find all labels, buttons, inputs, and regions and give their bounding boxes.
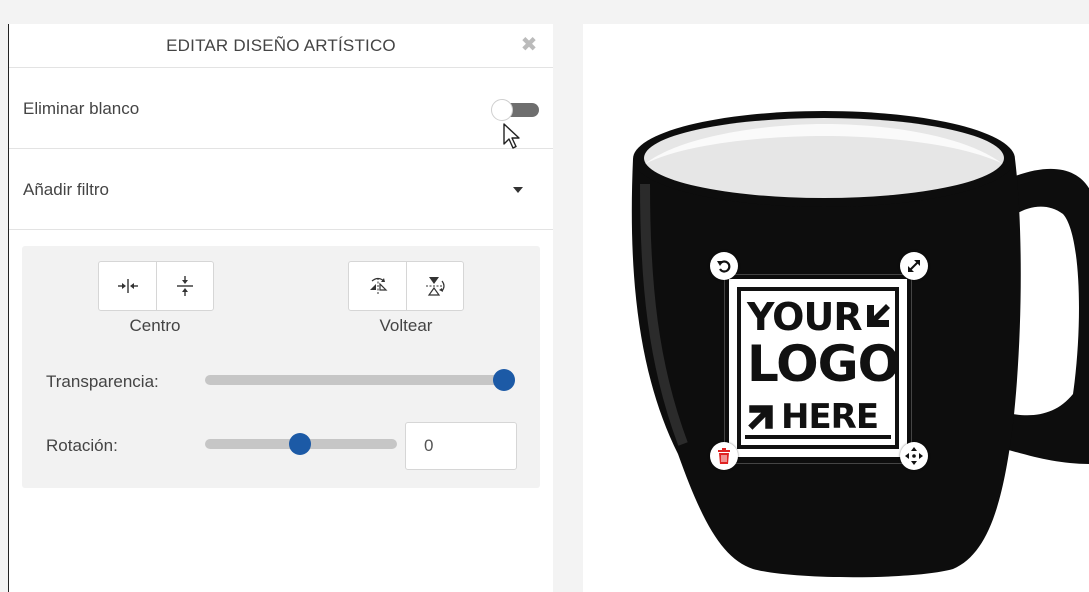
add-filter-label: Añadir filtro: [23, 180, 109, 199]
transform-tools: Centro Voltear Transparencia: Rotación: …: [22, 246, 540, 488]
transparency-slider-thumb[interactable]: [493, 369, 515, 391]
flip-vertical-button[interactable]: [406, 262, 463, 310]
arrow-up-right-icon: [748, 405, 773, 430]
panel-header: EDITAR DISEÑO ARTÍSTICO ✖: [9, 24, 553, 68]
center-horizontal-button[interactable]: [99, 262, 156, 310]
chevron-down-icon[interactable]: [513, 187, 523, 193]
center-button-group: [98, 261, 214, 311]
rotate-icon: [717, 260, 731, 273]
logo-border: YOUR LOGO HERE: [737, 287, 900, 449]
mouse-cursor-icon: [503, 123, 520, 149]
transparency-slider[interactable]: [205, 375, 505, 385]
logo-artwork[interactable]: YOUR LOGO HERE: [729, 279, 907, 457]
product-preview-canvas[interactable]: YOUR LOGO HERE: [583, 24, 1089, 592]
close-icon[interactable]: ✖: [519, 34, 539, 54]
center-horizontal-icon: [117, 279, 138, 293]
flip-horizontal-button[interactable]: [349, 262, 406, 310]
rotate-handle[interactable]: [710, 252, 738, 280]
center-vertical-button[interactable]: [156, 262, 213, 310]
delete-icon: [718, 448, 730, 464]
rotation-input[interactable]: [405, 422, 517, 470]
flip-label: Voltear: [379, 316, 433, 335]
transparency-label: Transparencia:: [46, 372, 159, 391]
remove-white-label: Eliminar blanco: [23, 99, 140, 118]
remove-white-row: Eliminar blanco: [9, 68, 553, 149]
resize-handle[interactable]: [900, 252, 928, 280]
resize-icon: [908, 260, 920, 272]
panel-title: EDITAR DISEÑO ARTÍSTICO: [166, 36, 396, 55]
add-filter-row[interactable]: Añadir filtro: [9, 149, 553, 230]
rotation-label: Rotación:: [46, 436, 118, 455]
logo-underline: [745, 435, 891, 439]
logo-line-1: YOUR: [747, 295, 863, 339]
flip-button-group: [348, 261, 464, 311]
center-label: Centro: [129, 316, 181, 335]
logo-line-2: LOGO: [747, 335, 900, 393]
remove-white-toggle[interactable]: [491, 99, 539, 121]
center-vertical-icon: [177, 276, 193, 296]
delete-handle[interactable]: [710, 442, 738, 470]
flip-horizontal-icon: [369, 277, 387, 295]
flip-vertical-icon: [426, 277, 445, 296]
toggle-knob: [491, 99, 513, 121]
edit-artwork-panel: EDITAR DISEÑO ARTÍSTICO ✖ Eliminar blanc…: [9, 24, 553, 592]
move-icon: [905, 447, 923, 465]
logo-line-3: HERE: [781, 397, 879, 437]
move-handle[interactable]: [900, 442, 928, 470]
rotation-slider-thumb[interactable]: [289, 433, 311, 455]
arrow-down-left-icon: [867, 304, 890, 327]
